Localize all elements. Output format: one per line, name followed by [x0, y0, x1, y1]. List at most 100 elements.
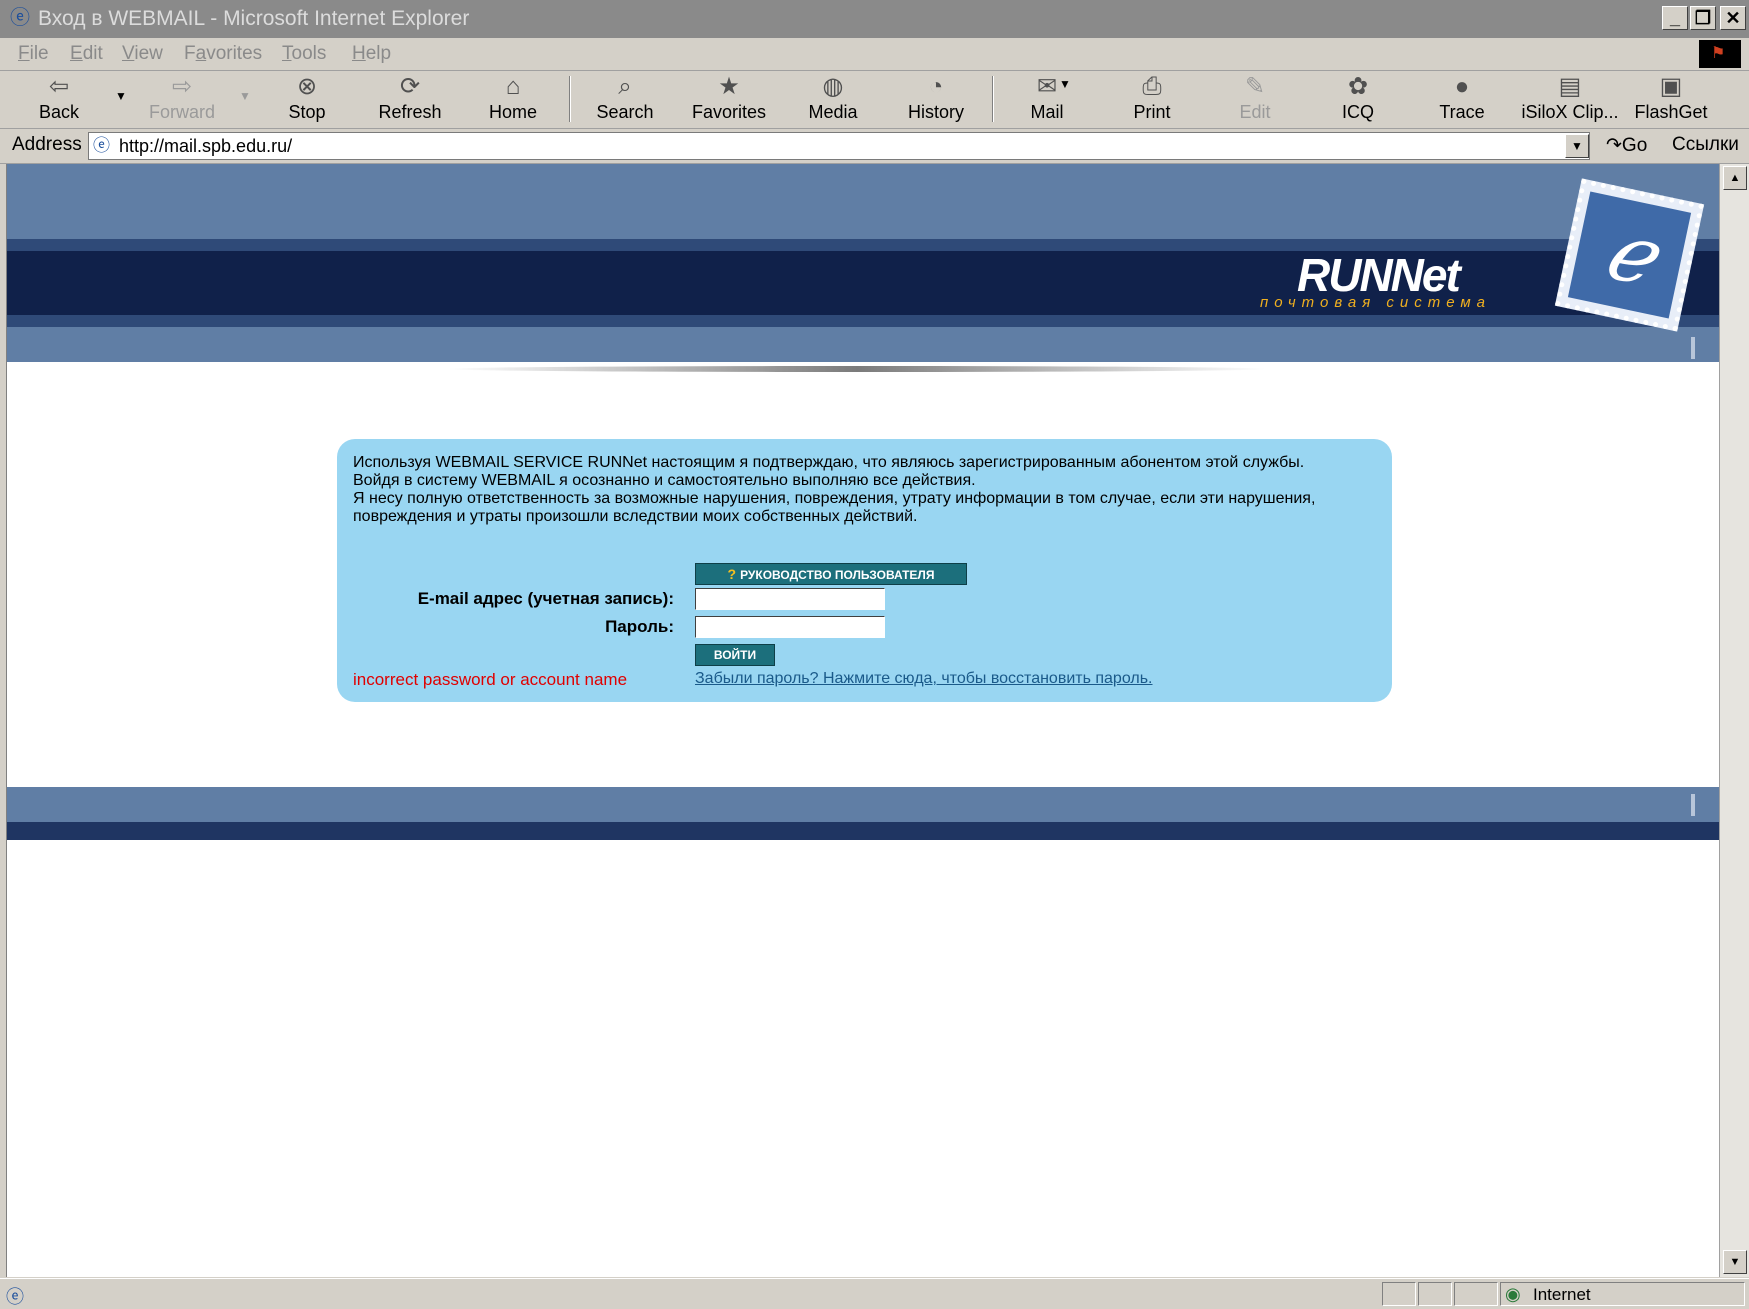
- menu-favorites[interactable]: Favorites: [184, 43, 262, 65]
- back-arrow-icon: ⇦: [48, 73, 70, 100]
- user-guide-button[interactable]: ? РУКОВОДСТВО ПОЛЬЗОВАТЕЛЯ: [695, 563, 967, 585]
- book-icon: ▤: [1558, 73, 1582, 100]
- back-button[interactable]: ⇦ Back: [14, 73, 104, 125]
- ie-icon: ⓔ: [10, 7, 30, 29]
- address-dropdown-icon[interactable]: ▼: [1565, 134, 1589, 158]
- terms-notice: Используя WEBMAIL SERVICE RUNNet настоящ…: [353, 454, 1383, 526]
- media-globe-icon: ◍: [822, 73, 844, 100]
- windows-flag-icon: ⚑: [1711, 45, 1726, 62]
- home-icon: ⌂: [505, 73, 521, 100]
- trace-button[interactable]: ● Trace: [1417, 73, 1507, 125]
- printer-icon: ⎙: [1142, 73, 1162, 100]
- mail-dropdown-icon[interactable]: ▼: [1058, 77, 1072, 91]
- refresh-icon: ⟳: [399, 73, 421, 100]
- media-button[interactable]: ◍ Media: [788, 73, 878, 125]
- toolbar-separator: [992, 76, 994, 122]
- login-panel: Используя WEBMAIL SERVICE RUNNet настоящ…: [337, 439, 1392, 702]
- menu-file[interactable]: File: [18, 43, 49, 65]
- trace-ball-icon: ●: [1454, 73, 1470, 100]
- menu-bar: File Edit View Favorites Tools Help ⚑: [0, 38, 1749, 71]
- email-label: E-mail адрес (учетная запись):: [417, 589, 674, 608]
- menu-tools[interactable]: Tools: [282, 43, 326, 65]
- password-label: Пароль:: [605, 617, 674, 636]
- header-band-top: [7, 164, 1719, 239]
- refresh-button[interactable]: ⟳ Refresh: [365, 73, 455, 125]
- favorites-folder-icon: ★: [718, 73, 740, 100]
- back-dropdown-icon[interactable]: ▼: [114, 89, 128, 103]
- home-button[interactable]: ⌂ Home: [468, 73, 558, 125]
- security-zone[interactable]: ◉ Internet: [1500, 1282, 1745, 1306]
- mail-stamp-logo: ℯ: [1554, 178, 1705, 332]
- scroll-up-icon[interactable]: ▲: [1723, 166, 1747, 190]
- address-url[interactable]: http://mail.spb.edu.ru/: [119, 136, 292, 157]
- address-label: Address: [12, 134, 82, 155]
- email-input[interactable]: [695, 588, 885, 610]
- scroll-down-icon[interactable]: ▼: [1723, 1250, 1747, 1274]
- status-bar: ⓔ ◉ Internet: [0, 1278, 1749, 1309]
- page-status-icon: ⓔ: [6, 1287, 24, 1307]
- flashget-button[interactable]: ▣ FlashGet: [1625, 73, 1717, 125]
- notice-line-2: Войдя в систему WEBMAIL я осознанно и са…: [353, 472, 976, 489]
- menu-help[interactable]: Help: [352, 43, 391, 65]
- go-arrow-icon: ↷: [1606, 135, 1622, 156]
- print-button[interactable]: ⎙ Print: [1107, 73, 1197, 125]
- edit-page-icon: ✎: [1244, 73, 1266, 100]
- window-title: Вход в WEBMAIL - Microsoft Internet Expl…: [38, 7, 470, 30]
- footer-decor-lines: [1691, 794, 1695, 816]
- go-button[interactable]: ↷Go: [1606, 134, 1647, 157]
- restore-button[interactable]: ❐: [1690, 6, 1716, 30]
- mail-icon: ✉: [1036, 73, 1058, 100]
- forward-dropdown-icon[interactable]: ▼: [238, 89, 252, 103]
- browser-window: ⓔ Вход в WEBMAIL - Microsoft Internet Ex…: [0, 0, 1749, 1309]
- header-band-bottom: [7, 327, 1719, 362]
- header-band-dark: [7, 239, 1719, 327]
- search-button[interactable]: ⌕ Search: [580, 73, 670, 125]
- internet-globe-icon: ◉: [1505, 1284, 1521, 1304]
- e-letter-icon: ℯ: [1567, 191, 1692, 319]
- header-decor-lines: [1691, 337, 1695, 359]
- notice-line-3: Я несу полную ответственность за возможн…: [353, 490, 1316, 525]
- favorites-button[interactable]: ★ Favorites: [684, 73, 774, 125]
- menu-edit[interactable]: Edit: [70, 43, 103, 65]
- flashget-icon: ▣: [1659, 73, 1683, 100]
- icq-button[interactable]: ✿ ICQ: [1313, 73, 1403, 125]
- icq-flower-icon: ✿: [1347, 73, 1369, 100]
- menu-view[interactable]: View: [122, 43, 163, 65]
- error-message: incorrect password or account name: [353, 670, 628, 689]
- stop-button[interactable]: ⊗ Stop: [262, 73, 352, 125]
- address-input[interactable]: ⓔ http://mail.spb.edu.ru/: [88, 132, 1590, 160]
- toolbar-separator: [569, 76, 571, 122]
- notice-line-1: Используя WEBMAIL SERVICE RUNNet настоящ…: [353, 454, 1305, 471]
- stop-icon: ⊗: [296, 73, 318, 100]
- page-viewport: RUNNet почтовая система ℯ Используя WEBM…: [6, 164, 1719, 1277]
- standard-toolbar: ⇦ Back ▼ ⇨ Forward ▼ ⊗ Stop ⟳ Refresh ⌂ …: [0, 71, 1749, 129]
- history-icon: ◔: [928, 73, 944, 100]
- forgot-password-link[interactable]: Забыли пароль? Нажмите сюда, чтобы восст…: [695, 670, 1153, 688]
- close-button[interactable]: ✕: [1720, 6, 1746, 30]
- minimize-button[interactable]: _: [1662, 6, 1688, 30]
- question-icon: ?: [727, 566, 737, 582]
- search-icon: ⌕: [618, 73, 632, 100]
- history-button[interactable]: ◔ History: [891, 73, 981, 125]
- status-cell: [1454, 1282, 1498, 1306]
- page-icon: ⓔ: [93, 136, 110, 155]
- status-cell: [1382, 1282, 1416, 1306]
- footer-band-dark: [7, 822, 1719, 840]
- vertical-scrollbar[interactable]: ▲ ▼: [1719, 164, 1749, 1277]
- runnet-tagline: почтовая система: [1260, 294, 1492, 311]
- password-input[interactable]: [695, 616, 885, 638]
- links-button[interactable]: Ссылки: [1672, 134, 1739, 156]
- header-shadow-divider: [447, 366, 1267, 372]
- zone-name: Internet: [1533, 1285, 1591, 1304]
- address-bar: Address ⓔ http://mail.spb.edu.ru/ ▼ ↷Go …: [0, 129, 1749, 164]
- isilox-clip-button[interactable]: ▤ iSiloX Clip...: [1520, 73, 1620, 125]
- footer-band-top: [7, 787, 1719, 822]
- login-button[interactable]: ВОЙТИ: [695, 644, 775, 666]
- mail-button[interactable]: ✉ Mail: [1002, 73, 1092, 125]
- forward-button[interactable]: ⇨ Forward: [137, 73, 227, 125]
- status-cell: [1418, 1282, 1452, 1306]
- windows-logo-throbber: ⚑: [1699, 40, 1741, 68]
- title-bar[interactable]: ⓔ Вход в WEBMAIL - Microsoft Internet Ex…: [0, 0, 1749, 38]
- edit-button[interactable]: ✎ Edit: [1210, 73, 1300, 125]
- forward-arrow-icon: ⇨: [171, 73, 193, 100]
